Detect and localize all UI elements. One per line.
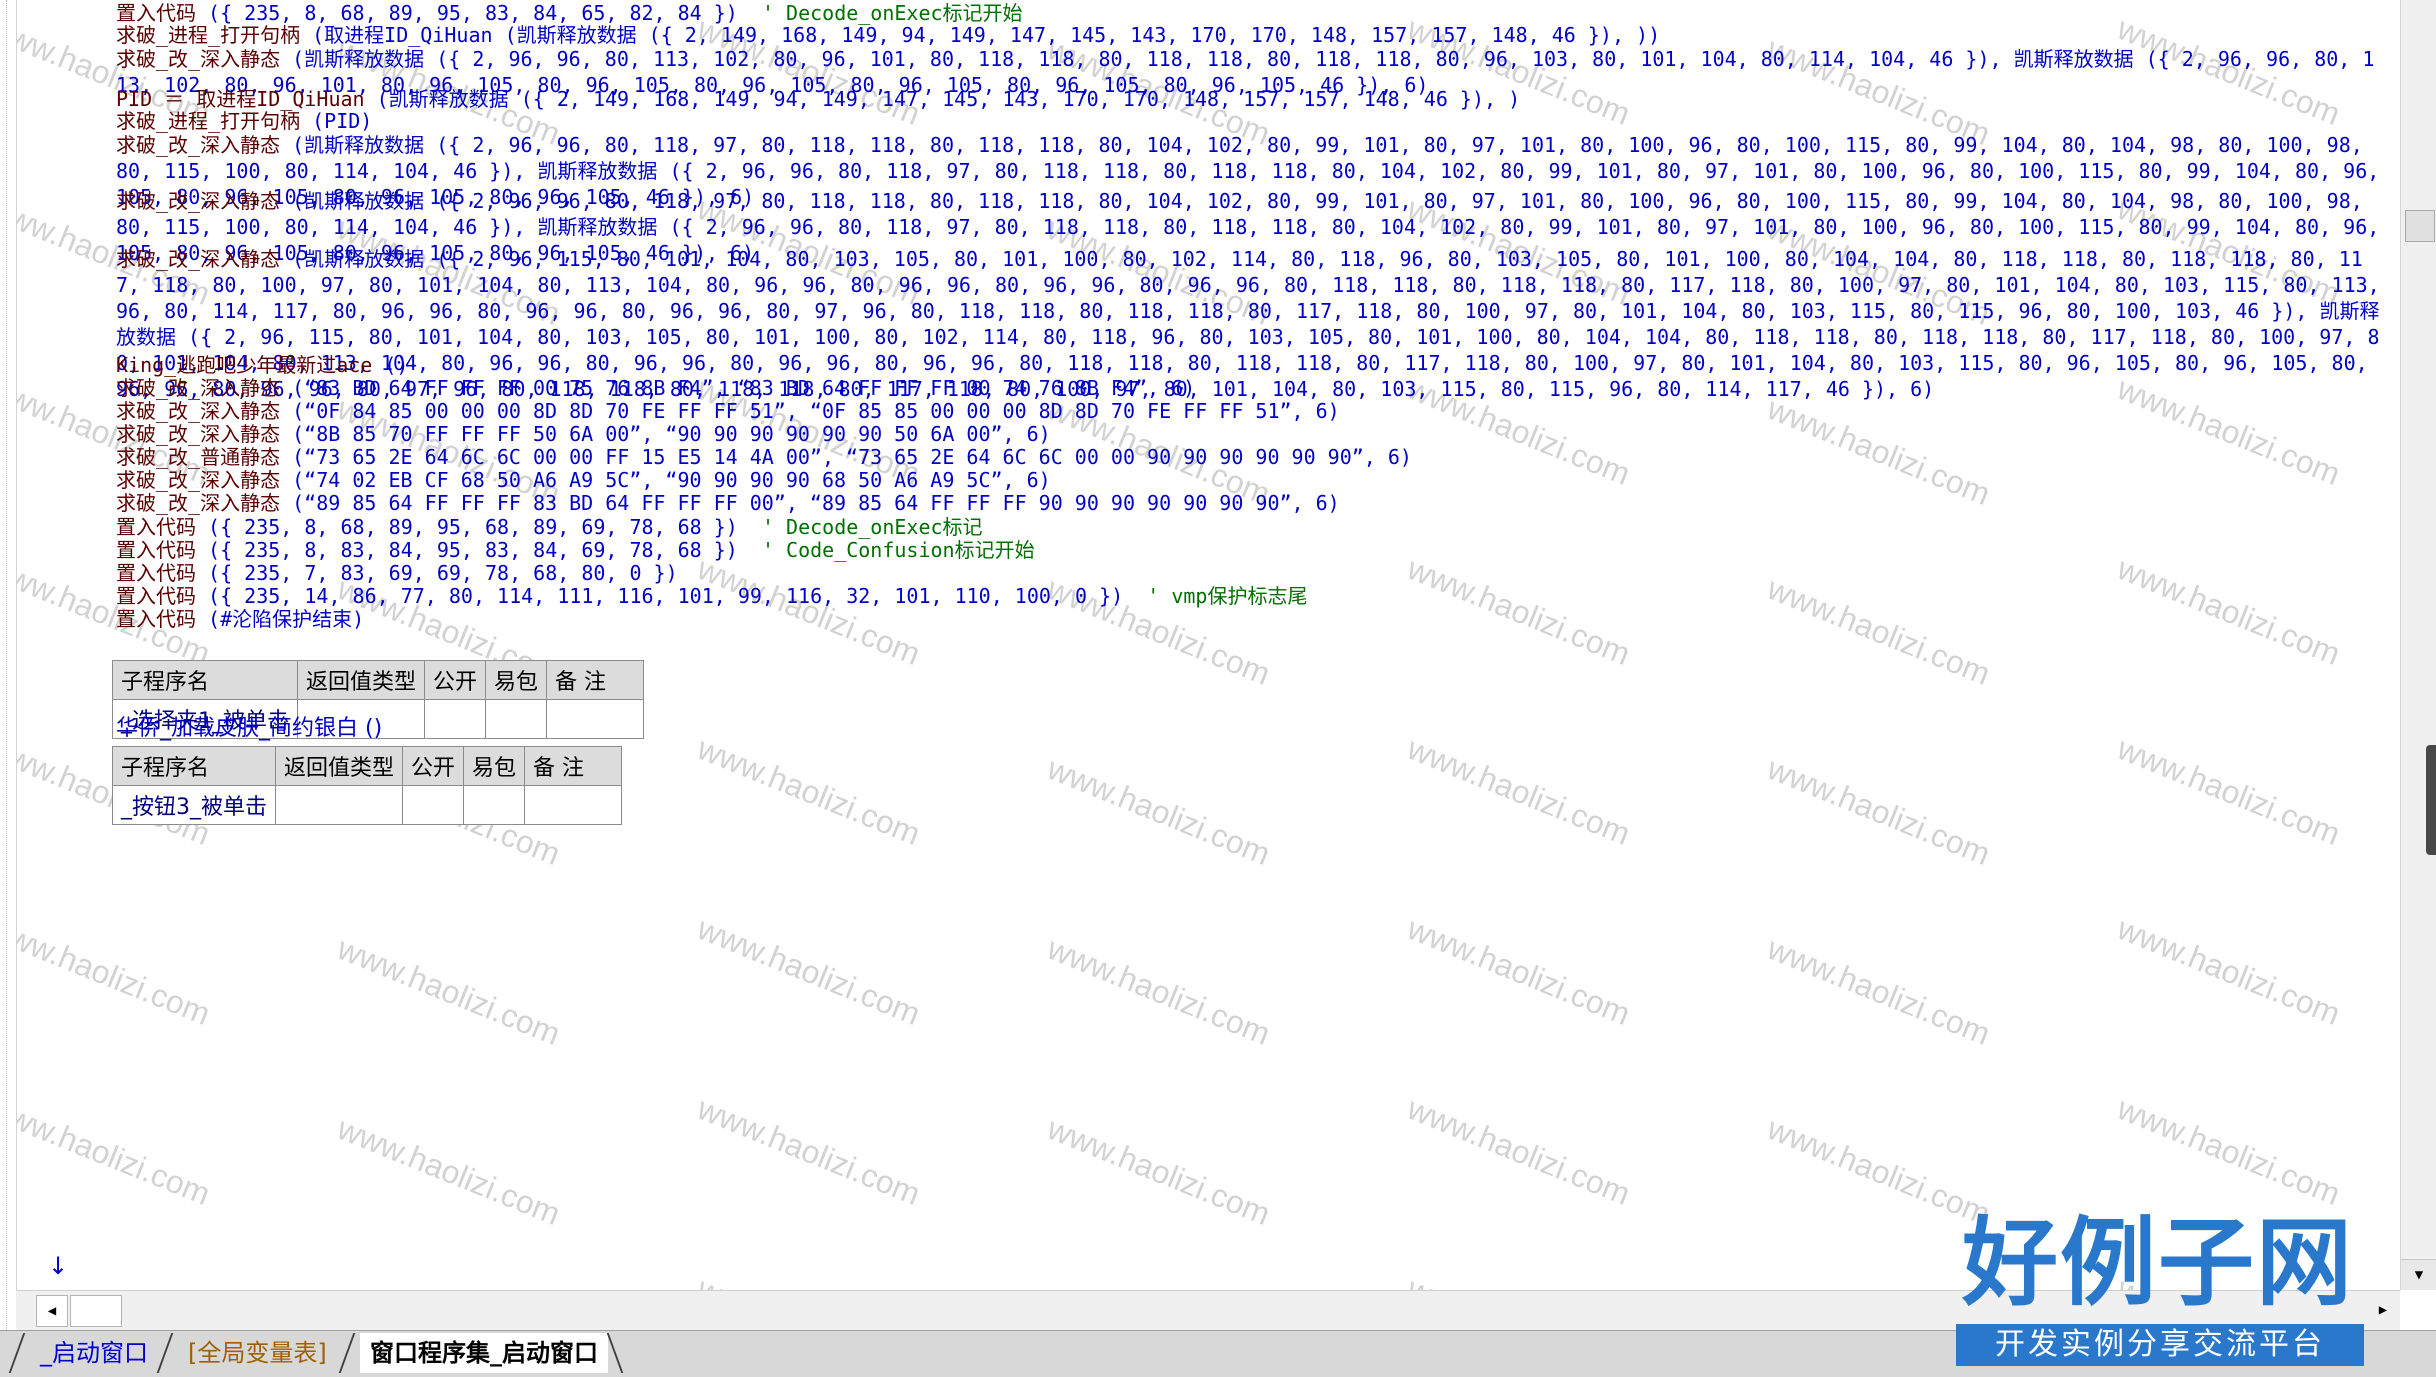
code-command: 求破_改_深入静态	[116, 247, 281, 271]
code-command: 求破_改_深入静态	[116, 491, 281, 515]
watermark-text: www.haolizi.com	[692, 910, 926, 1032]
logo-subtitle: 开发实例分享交流平台	[1956, 1324, 2364, 1366]
code-arguments: (“74 02 EB CF 68 50 A6 A9 5C”, “90 90 90…	[280, 468, 1051, 492]
watermark-text: www.haolizi.com	[1402, 1090, 1636, 1212]
col-subroutine-name: 子程序名	[112, 660, 298, 700]
easy-pack-cell[interactable]	[485, 699, 548, 739]
watermark-text: www.haolizi.com	[1762, 750, 1996, 872]
site-logo: 好例子网 开发实例分享交流平台	[1956, 1208, 2368, 1376]
subroutine-table-2[interactable]: 子程序名 返回值类型 公开 易包 备 注 _按钮3_被单击	[112, 746, 623, 825]
code-command: 求破_改_深入静态	[116, 468, 281, 492]
tab-global-variables[interactable]: [全局变量表]	[178, 1333, 337, 1373]
tab-window-assembly[interactable]: 窗口程序集_启动窗口	[360, 1333, 608, 1373]
remark-cell[interactable]	[524, 785, 623, 825]
code-arguments: ({ 235, 7, 83, 69, 69, 78, 68, 80, 0 })	[196, 561, 678, 585]
code-arguments: (取进程ID_QiHuan (凯斯释放数据 ({ 2, 149, 168, 14…	[300, 23, 1661, 47]
col-remark: 备 注	[546, 660, 645, 700]
subroutine-name-cell[interactable]: _按钮3_被单击	[112, 785, 276, 825]
watermark-text: www.haolizi.com	[692, 730, 926, 852]
code-arguments: (“0F 84 85 00 00 00 8D 8D 70 FE FF FF 51…	[280, 399, 1340, 423]
scroll-left-button[interactable]: ◀	[36, 1295, 68, 1327]
code-command: 求破_改_深入静态	[116, 47, 281, 71]
code-command: 求破_进程_打开句柄	[116, 23, 301, 47]
watermark-text: www.haolizi.com	[1042, 750, 1276, 872]
watermark-text: www.haolizi.com	[692, 1270, 926, 1290]
public-cell[interactable]	[424, 699, 487, 739]
col-remark: 备 注	[524, 746, 623, 786]
easy-pack-cell[interactable]	[463, 785, 526, 825]
editor-gutter	[0, 0, 17, 1330]
code-arguments: (“8B 85 70 FF FF FF 50 6A 00”, “90 90 90…	[280, 422, 1051, 446]
public-cell[interactable]	[402, 785, 465, 825]
fold-down-arrow-icon[interactable]: ↓	[48, 1252, 68, 1280]
code-arguments: (#沦陷保护结束)	[196, 607, 365, 631]
code-command: 求破_改_深入静态	[116, 399, 281, 423]
watermark-text: www.haolizi.com	[1762, 930, 1996, 1052]
side-dock-handle[interactable]	[2426, 745, 2436, 855]
vertical-scrollbar[interactable]: ▼	[2400, 0, 2436, 1290]
code-line[interactable]: 求破_改_深入静态 (“89 85 64 FF FF FF 83 BD 64 F…	[116, 490, 2386, 516]
tab-startup-window[interactable]: _启动窗口	[30, 1333, 158, 1373]
remark-cell[interactable]	[546, 699, 645, 739]
col-public: 公开	[402, 746, 465, 786]
watermark-text: www.haolizi.com	[332, 1110, 566, 1232]
code-line[interactable]: 求破_进程_打开句柄 (取进程ID_QiHuan (凯斯释放数据 ({ 2, 1…	[116, 22, 2386, 48]
code-comment: ' vmp保护标志尾	[1123, 584, 1308, 608]
code-line[interactable]: 置入代码 (#沦陷保护结束)	[116, 606, 2386, 632]
vertical-scroll-thumb[interactable]	[2405, 210, 2435, 242]
code-command: King_逃跑吧少年最新过ace	[116, 353, 373, 377]
code-comment: ' Code_Confusion标记开始	[737, 538, 1035, 562]
code-command: 求破_改_深入静态	[116, 189, 281, 213]
watermark-text: www.haolizi.com	[1402, 730, 1636, 852]
watermark-text: www.haolizi.com	[2112, 910, 2346, 1032]
code-arguments: ({ 235, 14, 86, 77, 80, 114, 111, 116, 1…	[196, 584, 1124, 608]
watermark-text: www.haolizi.com	[1402, 1270, 1636, 1290]
watermark-text: www.haolizi.com	[16, 1090, 216, 1212]
horizontal-scroll-thumb[interactable]	[70, 1295, 122, 1327]
watermark-text: www.haolizi.com	[1402, 910, 1636, 1032]
return-type-cell[interactable]	[274, 785, 404, 825]
code-command: 求破_改_深入静态	[116, 376, 281, 400]
code-line[interactable]: 求破_进程_打开句柄 (PID)	[116, 108, 2386, 134]
code-command: 求破_改_普通静态	[116, 445, 281, 469]
logo-title: 好例子网	[1962, 1207, 2354, 1319]
code-line-skin-load[interactable]: 华侨_加载皮肤_简约银白 ()	[116, 716, 382, 742]
watermark-text: www.haolizi.com	[692, 1090, 926, 1212]
col-public: 公开	[424, 660, 487, 700]
watermark-text: www.haolizi.com	[2112, 730, 2346, 852]
watermark-text: www.haolizi.com	[2112, 1090, 2346, 1212]
code-command: 置入代码	[116, 561, 196, 585]
code-arguments: (PID)	[300, 109, 373, 133]
code-command: 求破_改_深入静态	[116, 133, 281, 157]
col-subroutine-name: 子程序名	[112, 746, 276, 786]
code-editor[interactable]: www.haolizi.com www.haolizi.com www.haoliz…	[16, 0, 2400, 1290]
scroll-down-button[interactable]: ▼	[2401, 1259, 2436, 1290]
watermark-text: www.haolizi.com	[1042, 1110, 1276, 1232]
watermark-text: www.haolizi.com	[332, 930, 566, 1052]
code-command: 求破_改_深入静态	[116, 422, 281, 446]
code-arguments: (“89 85 64 FF FF FF 83 BD 64 FF FF FF 00…	[280, 491, 1340, 515]
col-return-type: 返回值类型	[274, 746, 404, 786]
code-arguments: ()	[372, 353, 409, 377]
code-command: 置入代码	[116, 538, 196, 562]
code-command: 置入代码	[116, 515, 196, 539]
code-command: 置入代码	[116, 607, 196, 631]
code-command: 求破_进程_打开句柄	[116, 109, 301, 133]
code-arguments: ({ 235, 8, 83, 84, 95, 83, 84, 69, 78, 6…	[196, 538, 738, 562]
watermark-text: www.haolizi.com	[16, 1270, 215, 1290]
code-comment: ' Decode_onExec标记	[737, 515, 983, 539]
code-command: 置入代码	[116, 584, 196, 608]
watermark-text: www.haolizi.com	[16, 910, 216, 1032]
code-arguments: (“83 BD 64 FF FF FF 00 75 76 8B F4”, “83…	[280, 376, 1196, 400]
col-return-type: 返回值类型	[296, 660, 426, 700]
col-easy-pack: 易包	[485, 660, 548, 700]
watermark-text: www.haolizi.com	[1042, 930, 1276, 1052]
code-arguments: (“73 65 2E 64 6C 6C 00 00 FF 15 E5 14 4A…	[280, 445, 1412, 469]
code-arguments: ({ 235, 8, 68, 89, 95, 68, 89, 69, 78, 6…	[196, 515, 738, 539]
col-easy-pack: 易包	[463, 746, 526, 786]
scroll-right-button[interactable]: ▶	[2366, 1295, 2400, 1325]
